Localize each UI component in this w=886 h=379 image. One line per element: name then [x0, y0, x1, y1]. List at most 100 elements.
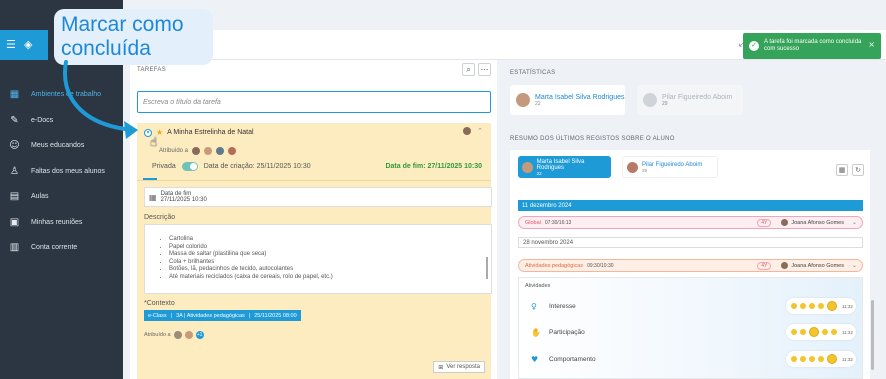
view-reply-label: Ver resposta — [446, 364, 480, 370]
student-chip[interactable]: Pilar Figueiredo Aboim 29 — [622, 156, 718, 178]
sidebar-item-educandos[interactable]: ☺ Meus educandos — [0, 133, 123, 159]
sidebar-item-faltas[interactable]: ♙ Faltas dos meus alunos — [0, 159, 123, 185]
avatar — [228, 147, 237, 155]
assigned-label: Atribuído a — [159, 148, 189, 154]
search-icon[interactable]: ⌕ — [462, 63, 475, 76]
success-toast: ✓ A tarefa foi marcada como concluída co… — [743, 33, 881, 59]
behavior-icon: ♥ — [531, 354, 539, 364]
sidebar-item-label: e-Docs — [31, 116, 54, 124]
smiley-icon — [809, 327, 819, 337]
tasks-panel: TAREFAS ⌕ ⋯ Escreva o título da tarefa ★… — [130, 60, 497, 379]
activity-row: ✋ Participação 11:32 — [531, 324, 856, 340]
list-item: Cola + brilhantes — [169, 259, 491, 267]
stat-card-student[interactable]: Pilar Figueiredo Aboim 29 — [637, 85, 743, 115]
sidebar-item-label: Minhas reuniões — [31, 218, 83, 226]
calendar-icon[interactable]: ▦ — [836, 164, 848, 176]
rating: 11:32 — [786, 351, 856, 367]
rating: 11:32 — [786, 324, 856, 340]
sidebar-item-aulas[interactable]: ▤ Aulas — [0, 184, 123, 210]
wallet-icon: ▥ — [9, 242, 20, 254]
activity-row: ♥ Comportamento 11:32 — [531, 351, 856, 367]
sidebar-item-edocs[interactable]: ✎ e-Docs — [0, 108, 123, 134]
separator: | — [170, 312, 173, 319]
sidebar-item-ambientes[interactable]: ▦ Ambientes de trabalho — [0, 82, 123, 108]
rating-dot — [800, 303, 806, 309]
student-count: 22 — [535, 100, 541, 107]
sidebar-item-label: Aulas — [31, 193, 49, 201]
description-box[interactable]: Cartolina Papel colorido Massa de saltar… — [144, 224, 492, 294]
entry-time: 09:30/10:30 — [587, 262, 614, 269]
scrollbar[interactable] — [871, 300, 874, 370]
task-header-right: ⌃ — [463, 127, 483, 135]
app-logo-bar: ☰ ◈ — [0, 30, 48, 60]
document-edit-icon: ✎ — [10, 114, 19, 126]
end-date: Data de fim: 27/11/2025 10:30 — [385, 163, 482, 170]
stats-panel: ESTATÍSTICAS Marta Isabel Silva Rodrigue… — [503, 60, 886, 379]
chip-name: Marta Isabel Silva Rodrigues — [536, 158, 585, 171]
activity-time: 11:32 — [842, 356, 853, 362]
tasks-title: TAREFAS — [137, 67, 166, 73]
due-date-box: ▦ Data de fim 27/11/2025 10:30 — [144, 187, 492, 207]
date-header: 28 novembro 2024 — [518, 237, 863, 248]
rating-dot — [818, 303, 824, 309]
activity-row: ♀ Interesse 11:32 — [531, 298, 856, 314]
check-icon: ✓ — [749, 41, 759, 51]
author-name: Joana Afonso Gomes — [791, 219, 844, 226]
activity-time: 11:32 — [842, 303, 853, 309]
calendar-icon: ▦ — [149, 192, 157, 202]
date-header: 11 dezembro 2024 — [518, 200, 863, 211]
task-header: ★ A Minha Estrelinha de Natal — [144, 128, 254, 137]
tasks-tools: ⌕ ⋯ — [462, 63, 491, 76]
class-badge: 4Y — [757, 218, 772, 227]
sidebar-item-conta[interactable]: ▥ Conta corrente — [0, 235, 123, 261]
entry-label: Atividades pedagógicas — [525, 262, 584, 269]
menu-icon[interactable]: ☰ — [6, 39, 18, 51]
visibility-toggle[interactable] — [181, 162, 198, 171]
view-reply-button[interactable]: ⊞ Ver resposta — [433, 361, 485, 373]
sidebar-item-label: Conta corrente — [31, 244, 78, 252]
chip-name: Pilar Figueiredo Aboim — [642, 161, 703, 168]
list-item: Papel colorido — [169, 244, 491, 252]
more-icon[interactable]: ⋯ — [478, 63, 491, 76]
child-icon: ☺ — [9, 140, 20, 152]
more-assignees-badge[interactable]: +1 — [195, 331, 204, 339]
sidebar-item-reunioes[interactable]: ▣ Minhas reuniões — [0, 210, 123, 236]
created-date: Data de criação: 25/11/2025 10:30 — [203, 163, 311, 170]
task-title-input[interactable]: Escreva o título da tarefa — [137, 91, 491, 113]
sidebar-nav: ▦ Ambientes de trabalho ✎ e-Docs ☺ Meus … — [0, 82, 123, 261]
description-label: Descrição — [144, 214, 176, 221]
stat-card-student[interactable]: Marta Isabel Silva Rodrigues 22 — [510, 85, 625, 115]
summary-tools: ▦ ↻ — [836, 164, 864, 176]
avatar — [216, 147, 225, 155]
interest-icon: ♀ — [531, 301, 537, 311]
context-source: e-Class — [148, 312, 167, 319]
record-entry[interactable]: Atividades pedagógicas 09:30/10:30 4Y Jo… — [518, 259, 863, 272]
record-entry[interactable]: Global 07:30/16:13 4Y Joana Afonso Gomes… — [518, 216, 863, 229]
meeting-icon: ▣ — [9, 216, 20, 228]
rating-dot — [822, 329, 828, 335]
rating-dot — [800, 329, 806, 335]
chevron-down-icon[interactable]: ⌄ — [852, 219, 857, 226]
summary-box: Marta Isabel Silva Rodrigues 22 Pilar Fi… — [510, 150, 870, 379]
rating: 11:32 — [786, 298, 856, 314]
avatar — [781, 262, 789, 269]
avatar — [516, 93, 530, 107]
student-chip-selected[interactable]: Marta Isabel Silva Rodrigues 22 — [518, 156, 611, 178]
chevron-up-icon[interactable]: ⌃ — [477, 127, 483, 135]
assigned-to-secondary: Atribuído a +1 — [144, 331, 204, 339]
entry-author: Joana Afonso Gomes — [781, 262, 844, 269]
scrollbar[interactable] — [486, 257, 488, 279]
chevron-down-icon[interactable]: ⌄ — [852, 262, 857, 269]
smiley-icon — [827, 354, 837, 364]
student-name: Pilar Figueiredo Aboim — [662, 93, 733, 101]
rating-dot — [809, 356, 815, 362]
grid-icon: ▦ — [9, 89, 20, 101]
list-item: Até materiais reciclados (caixa de cerea… — [169, 274, 491, 282]
activity-time: 11:32 — [842, 329, 853, 335]
refresh-icon[interactable]: ↻ — [852, 164, 864, 176]
task-card[interactable]: ★ A Minha Estrelinha de Natal ⌃ Atribuíd… — [137, 123, 492, 379]
avatar — [173, 331, 182, 339]
close-icon[interactable]: × — [868, 41, 875, 49]
avatar — [522, 161, 533, 173]
entry-time: 07:30/16:13 — [544, 219, 572, 226]
